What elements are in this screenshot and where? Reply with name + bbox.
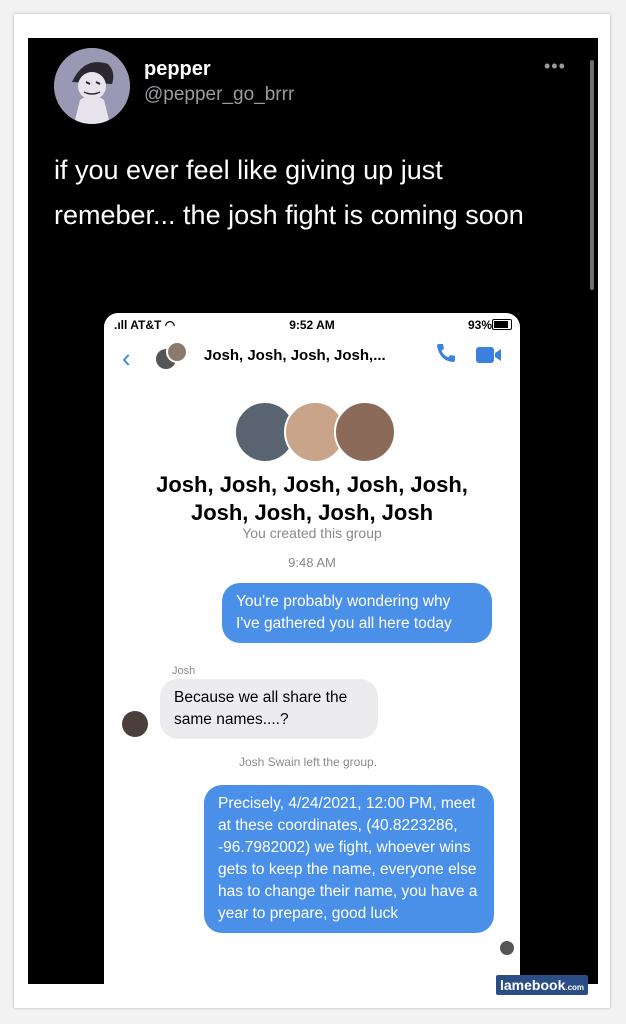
system-message: Josh Swain left the group. xyxy=(238,755,378,769)
video-camera-icon[interactable] xyxy=(476,347,502,368)
avatar[interactable] xyxy=(54,48,130,124)
created-note: You created this group xyxy=(242,525,382,541)
phone-icon[interactable] xyxy=(434,341,458,365)
group-photos xyxy=(234,401,396,463)
ellipsis-icon[interactable]: ••• xyxy=(544,56,566,77)
status-time: 9:52 AM xyxy=(289,318,335,332)
message-bubble-outgoing[interactable]: You're probably wondering why I've gathe… xyxy=(222,583,492,643)
scrollbar[interactable] xyxy=(590,60,594,290)
group-avatar[interactable] xyxy=(156,341,188,369)
read-receipt-avatar xyxy=(500,941,514,955)
battery-percent: 93% xyxy=(467,318,492,332)
message-bubble-outgoing[interactable]: Precisely, 4/24/2021, 12:00 PM, meet at … xyxy=(204,785,494,933)
chevron-left-icon[interactable]: ‹ xyxy=(122,343,131,374)
sender-name: Josh xyxy=(172,665,196,677)
chat-header: ‹ Josh, Josh, Josh, Josh,... xyxy=(104,335,520,383)
group-name: Josh, Josh, Josh, Josh, Josh, Josh, Josh… xyxy=(156,472,468,525)
tweet-text: if you ever feel like giving up just rem… xyxy=(54,155,524,230)
chat-title[interactable]: Josh, Josh, Josh, Josh,... xyxy=(204,347,386,364)
group-photo-3 xyxy=(334,401,396,463)
timestamp: 9:48 AM xyxy=(288,555,336,570)
sender-avatar[interactable] xyxy=(122,711,148,737)
lamebook-logo[interactable]: lamebook.com xyxy=(496,975,589,995)
battery-icon xyxy=(492,319,512,330)
status-bar: .ıll AT&T ◠ 9:52 AM 93% xyxy=(104,313,520,335)
user-handle[interactable]: @pepper_go_brrr xyxy=(144,84,294,106)
display-name[interactable]: pepper xyxy=(144,58,211,81)
embedded-screenshot[interactable]: .ıll AT&T ◠ 9:52 AM 93% ‹ Josh, Josh, Jo… xyxy=(104,313,520,984)
tweet-card: pepper @pepper_go_brrr ••• if you ever f… xyxy=(28,38,598,984)
message-bubble-incoming[interactable]: Because we all share the same names....? xyxy=(160,679,378,739)
